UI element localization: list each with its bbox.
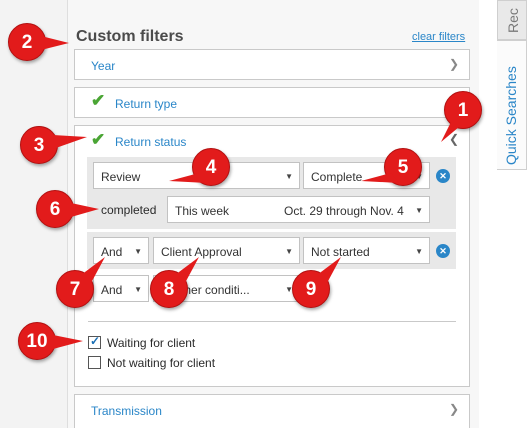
filter-transmission[interactable]: Transmission ❯: [74, 394, 470, 428]
chevron-down-icon: ❯: [448, 57, 459, 71]
checkmark-icon: ✔: [91, 130, 106, 149]
filter-return-type[interactable]: ✔ Return type: [74, 87, 470, 118]
divider: [88, 321, 456, 322]
not-waiting-for-client-checkbox[interactable]: [88, 356, 101, 369]
filter-year-label: Year: [91, 59, 116, 73]
filter-year[interactable]: Year ❯: [74, 49, 470, 80]
date-range-select[interactable]: This week Oct. 29 through Nov. 4 ▼: [167, 196, 430, 223]
callout-6: 6: [36, 190, 99, 228]
callout-3: 3: [20, 126, 87, 164]
waiting-for-client-checkbox[interactable]: [88, 334, 101, 349]
dropdown-arrow-icon: ▼: [415, 247, 423, 256]
filter-return-type-label: Return type: [115, 97, 178, 111]
callout-9: 9: [292, 257, 341, 308]
tab-quick-searches[interactable]: Quick Searches: [497, 40, 527, 170]
dropdown-arrow-icon: ▼: [285, 172, 293, 181]
waiting-for-client-label: Waiting for client: [107, 336, 196, 350]
callout-5: 5: [361, 148, 422, 186]
not-waiting-for-client-label: Not waiting for client: [107, 356, 216, 370]
callout-4: 4: [169, 148, 230, 186]
callout-1: 1: [441, 91, 482, 142]
remove-condition-icon[interactable]: ✕: [436, 169, 450, 183]
callout-7: 7: [56, 257, 105, 308]
conjunction-select[interactable]: And ▼: [93, 275, 149, 302]
dropdown-arrow-icon: ▼: [285, 247, 293, 256]
tab-recent[interactable]: Rec: [497, 0, 527, 40]
callout-2: 2: [8, 23, 69, 61]
dropdown-arrow-icon: ▼: [134, 247, 142, 256]
panel-title: Custom filters: [76, 28, 184, 45]
condition-field-select[interactable]: Client Approval ▼: [153, 237, 300, 264]
filter-return-status-label: Return status: [115, 135, 187, 149]
checkmark-icon: ✔: [91, 91, 106, 110]
completed-label: completed: [101, 203, 157, 217]
clear-filters-link[interactable]: clear filters: [412, 31, 465, 43]
chevron-down-icon: ❯: [448, 402, 459, 416]
remove-condition-icon[interactable]: ✕: [436, 244, 450, 258]
callout-10: 10: [18, 322, 83, 360]
dropdown-arrow-icon: ▼: [415, 206, 423, 215]
dropdown-arrow-icon: ▼: [134, 285, 142, 294]
condition-value-select[interactable]: Not started ▼: [303, 237, 430, 264]
filter-transmission-label: Transmission: [91, 404, 162, 418]
callout-8: 8: [150, 257, 199, 308]
